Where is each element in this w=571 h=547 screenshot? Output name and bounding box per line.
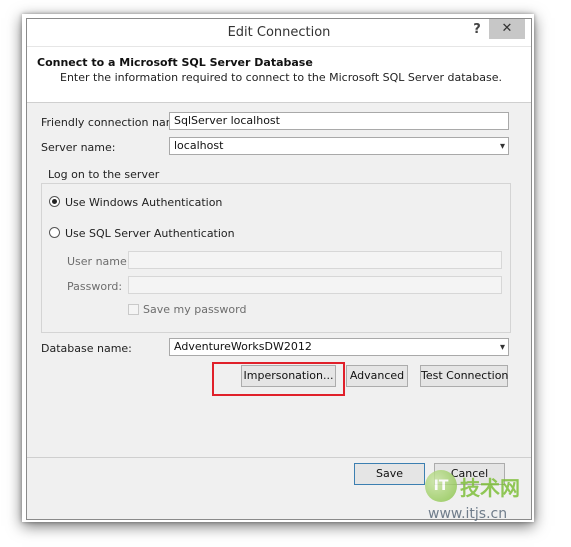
database-name-label: Database name: (41, 342, 132, 355)
watermark-brand: 技术网 (460, 476, 520, 500)
logon-group-label: Log on to the server (47, 168, 161, 181)
database-name-value: AdventureWorksDW2012 (174, 340, 312, 353)
save-password-label: Save my password (143, 303, 247, 316)
username-input[interactable] (128, 251, 502, 269)
sql-auth-radio[interactable] (49, 227, 60, 238)
sql-auth-label[interactable]: Use SQL Server Authentication (65, 227, 235, 240)
windows-auth-radio[interactable] (49, 196, 60, 207)
server-name-value: localhost (174, 139, 224, 152)
username-label: User name: (67, 255, 131, 268)
header-subtitle: Enter the information required to connec… (60, 71, 502, 84)
watermark-url: www.itjs.cn (428, 506, 508, 522)
password-label: Password: (67, 280, 123, 293)
test-connection-button[interactable]: Test Connection (420, 365, 508, 387)
friendly-name-label: Friendly connection name: (41, 116, 187, 129)
windows-auth-label[interactable]: Use Windows Authentication (65, 196, 222, 209)
save-password-checkbox[interactable] (128, 304, 139, 315)
title-bar: Edit Connection ? ✕ (27, 19, 531, 47)
close-button[interactable]: ✕ (489, 19, 525, 39)
friendly-name-input[interactable]: SqlServer localhost (169, 112, 509, 130)
dialog-header: Connect to a Microsoft SQL Server Databa… (27, 47, 531, 103)
impersonation-highlight-box (212, 362, 345, 396)
window-title: Edit Connection (227, 25, 331, 40)
watermark-logo-icon: IT (425, 470, 457, 502)
header-title: Connect to a Microsoft SQL Server Databa… (37, 56, 313, 69)
chevron-down-icon[interactable]: ▾ (500, 139, 505, 154)
help-button[interactable]: ? (467, 22, 487, 40)
save-button[interactable]: Save (354, 463, 425, 485)
password-input[interactable] (128, 276, 502, 294)
server-name-label: Server name: (41, 141, 116, 154)
footer-separator (27, 457, 531, 458)
edit-connection-dialog: Edit Connection ? ✕ Connect to a Microso… (26, 18, 532, 520)
database-name-combobox[interactable]: AdventureWorksDW2012 ▾ (169, 338, 509, 356)
close-icon: ✕ (501, 21, 513, 36)
advanced-button[interactable]: Advanced (346, 365, 408, 387)
chevron-down-icon[interactable]: ▾ (500, 340, 505, 355)
server-name-combobox[interactable]: localhost ▾ (169, 137, 509, 155)
